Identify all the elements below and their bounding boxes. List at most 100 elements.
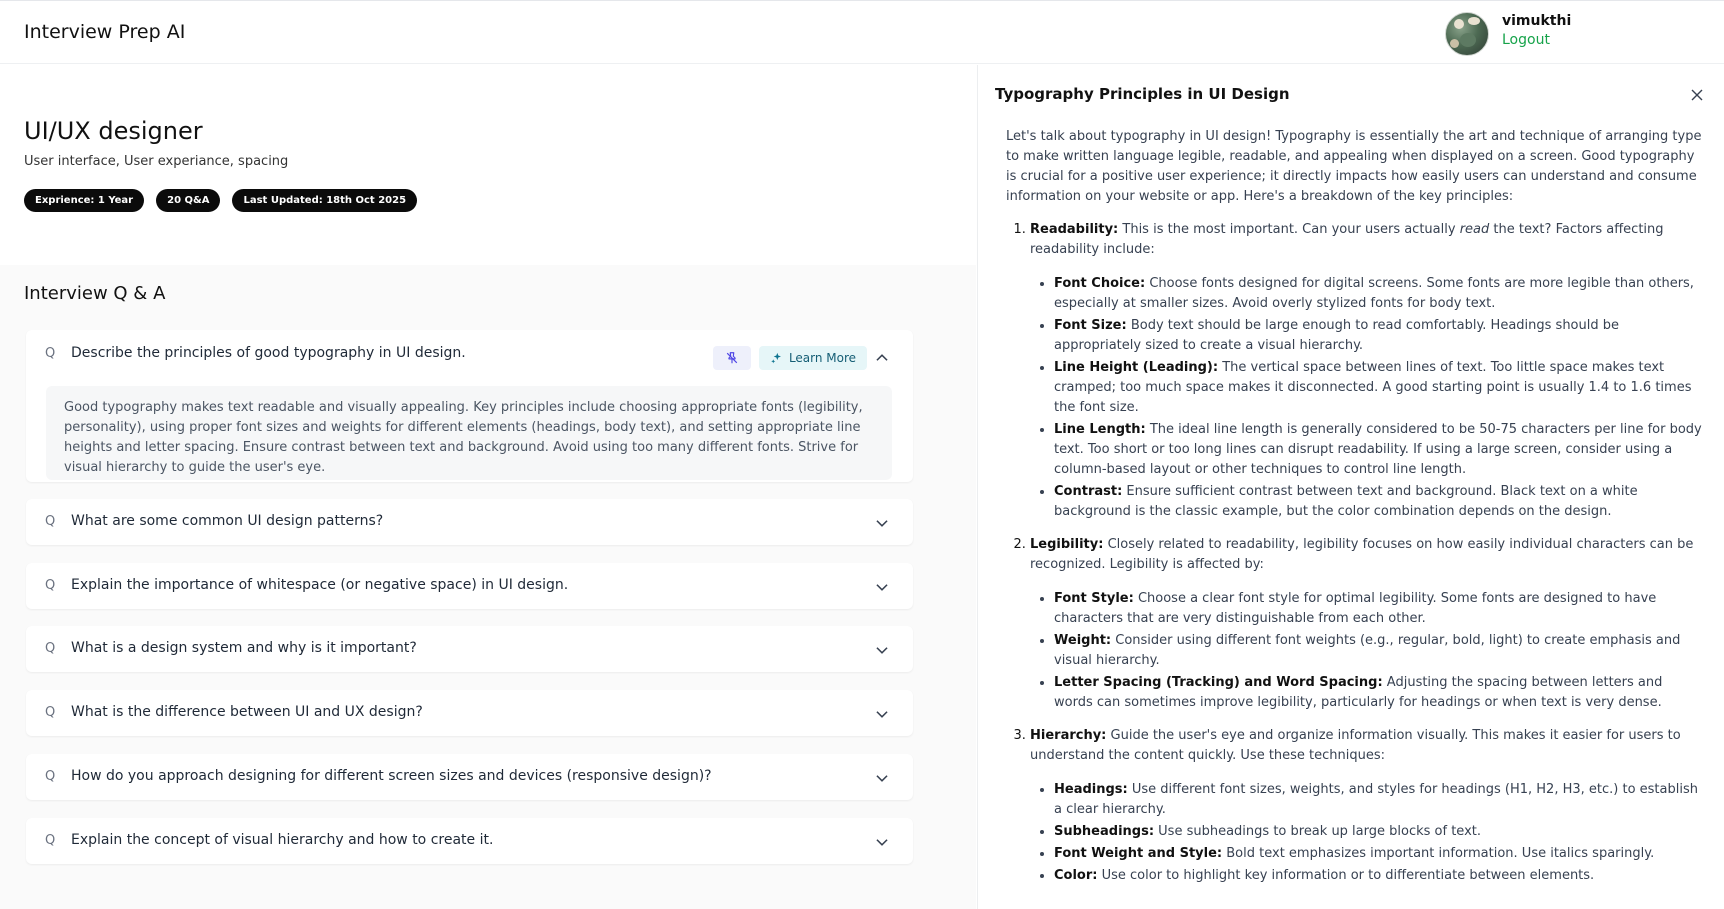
point-item: Font Choice: Choose fonts designed for d… [1054, 274, 1702, 314]
point-item: Headings: Use different font sizes, weig… [1054, 780, 1702, 820]
point-term: Contrast: [1054, 484, 1123, 499]
point-term: Color: [1054, 868, 1098, 883]
point-item: Subheadings: Use subheadings to break up… [1054, 822, 1702, 842]
principle-hierarchy: Hierarchy: Guide the user's eye and orga… [1030, 726, 1702, 886]
question-text[interactable]: What is the difference between UI and UX… [71, 704, 423, 720]
q-marker: Q [45, 641, 56, 656]
point-item: Contrast: Ensure sufficient contrast bet… [1054, 482, 1702, 522]
principle-title: Readability: [1030, 222, 1119, 237]
point-item: Line Height (Leading): The vertical spac… [1054, 358, 1702, 418]
legibility-points: Font Style: Choose a clear font style fo… [1030, 589, 1702, 713]
chevron-up-icon[interactable] [873, 349, 891, 367]
principle-readability: Readability: This is the most important.… [1030, 220, 1702, 522]
chevron-down-icon[interactable] [873, 578, 891, 596]
experience-badge: Exprience: 1 Year [24, 189, 145, 212]
point-text: Body text should be large enough to read… [1054, 318, 1619, 353]
close-icon[interactable] [1689, 87, 1705, 103]
drawer-intro: Let's talk about typography in UI design… [1006, 129, 1702, 204]
point-item: Weight: Consider using different font we… [1054, 631, 1702, 671]
principle-text: Closely related to readability, legibili… [1030, 537, 1694, 572]
session-summary: UI/UX designer User interface, User expe… [0, 65, 976, 265]
point-text: Use color to highlight key information o… [1101, 868, 1595, 883]
point-term: Font Choice: [1054, 276, 1146, 291]
point-text: Bold text emphasizes important informati… [1226, 846, 1655, 861]
avatar[interactable] [1445, 12, 1489, 56]
qa-item[interactable]: Q Explain the concept of visual hierarch… [26, 818, 913, 864]
top-header: Interview Prep AI vimukthi Logout [0, 0, 1724, 64]
point-text: Consider using different font weights (e… [1054, 633, 1681, 668]
qa-item[interactable]: Q What is a design system and why is it … [26, 626, 913, 672]
qa-count-badge: 20 Q&A [156, 189, 221, 212]
point-text: Ensure sufficient contrast between text … [1054, 484, 1638, 519]
qa-heading: Interview Q & A [24, 283, 166, 304]
principle-title: Legibility: [1030, 537, 1104, 552]
principles-list: Readability: This is the most important.… [1006, 220, 1702, 886]
question-text[interactable]: What are some common UI design patterns? [71, 513, 383, 529]
point-text: The ideal line length is generally consi… [1054, 422, 1702, 477]
point-item: Font Style: Choose a clear font style fo… [1054, 589, 1702, 629]
topics-text: User interface, User experiance, spacing [24, 154, 289, 169]
app-title[interactable]: Interview Prep AI [24, 21, 185, 43]
principle-title: Hierarchy: [1030, 728, 1107, 743]
learn-more-label: Learn More [788, 351, 857, 365]
point-term: Line Height (Leading): [1054, 360, 1219, 375]
answer-text: Good typography makes text readable and … [46, 386, 892, 480]
question-text[interactable]: How do you approach designing for differ… [71, 768, 712, 784]
drawer-title: Typography Principles in UI Design [995, 85, 1290, 103]
learn-more-drawer: Typography Principles in UI Design Let's… [977, 65, 1724, 909]
point-item: Color: Use color to highlight key inform… [1054, 866, 1702, 886]
readability-points: Font Choice: Choose fonts designed for d… [1030, 274, 1702, 522]
chevron-down-icon[interactable] [873, 641, 891, 659]
drawer-content: Let's talk about typography in UI design… [1006, 127, 1702, 899]
point-term: Font Style: [1054, 591, 1134, 606]
point-term: Weight: [1054, 633, 1112, 648]
point-term: Headings: [1054, 782, 1128, 797]
qa-item[interactable]: Q What are some common UI design pattern… [26, 499, 913, 545]
chevron-down-icon[interactable] [873, 514, 891, 532]
point-term: Font Size: [1054, 318, 1127, 333]
q-marker: Q [45, 833, 56, 848]
point-text: Use subheadings to break up large blocks… [1158, 824, 1481, 839]
chevron-down-icon[interactable] [873, 833, 891, 851]
qa-item-expanded: Q Describe the principles of good typogr… [26, 330, 913, 482]
question-text[interactable]: What is a design system and why is it im… [71, 640, 417, 656]
point-item: Font Size: Body text should be large eno… [1054, 316, 1702, 356]
point-term: Line Length: [1054, 422, 1146, 437]
qa-section: Interview Q & A Q Describe the principle… [0, 265, 976, 909]
session-badges: Exprience: 1 Year 20 Q&A Last Updated: 1… [24, 189, 418, 212]
q-marker: Q [45, 705, 56, 720]
question-text[interactable]: Explain the concept of visual hierarchy … [71, 832, 493, 848]
point-text: Choose a clear font style for optimal le… [1054, 591, 1657, 626]
unpin-button[interactable] [713, 346, 751, 370]
page-title: UI/UX designer [24, 117, 203, 145]
q-marker: Q [45, 514, 56, 529]
q-marker: Q [45, 769, 56, 784]
point-term: Subheadings: [1054, 824, 1155, 839]
qa-item[interactable]: Q How do you approach designing for diff… [26, 754, 913, 800]
hierarchy-points: Headings: Use different font sizes, weig… [1030, 780, 1702, 886]
chevron-down-icon[interactable] [873, 769, 891, 787]
point-item: Line Length: The ideal line length is ge… [1054, 420, 1702, 480]
qa-item[interactable]: Q Explain the importance of whitespace (… [26, 563, 913, 609]
chevron-down-icon[interactable] [873, 705, 891, 723]
q-marker: Q [45, 578, 56, 593]
pin-off-icon [726, 352, 738, 364]
sparkle-icon [771, 352, 781, 363]
last-updated-badge: Last Updated: 18th Oct 2025 [232, 189, 418, 212]
qa-item[interactable]: Q What is the difference between UI and … [26, 690, 913, 736]
point-text: Use different font sizes, weights, and s… [1054, 782, 1698, 817]
point-item: Font Weight and Style: Bold text emphasi… [1054, 844, 1702, 864]
principle-text: Guide the user's eye and organize inform… [1030, 728, 1681, 763]
point-term: Letter Spacing (Tracking) and Word Spaci… [1054, 675, 1383, 690]
username: vimukthi [1502, 13, 1572, 29]
q-marker: Q [45, 346, 56, 361]
user-menu: vimukthi Logout [1445, 11, 1705, 56]
principle-text: This is the most important. Can your use… [1122, 222, 1456, 237]
point-term: Font Weight and Style: [1054, 846, 1223, 861]
logout-link[interactable]: Logout [1502, 32, 1550, 48]
principle-emphasis: read [1459, 222, 1490, 237]
point-text: Choose fonts designed for digital screen… [1054, 276, 1694, 311]
question-text[interactable]: Explain the importance of whitespace (or… [71, 577, 568, 593]
learn-more-button[interactable]: Learn More [759, 346, 867, 370]
question-text[interactable]: Describe the principles of good typograp… [71, 345, 466, 361]
